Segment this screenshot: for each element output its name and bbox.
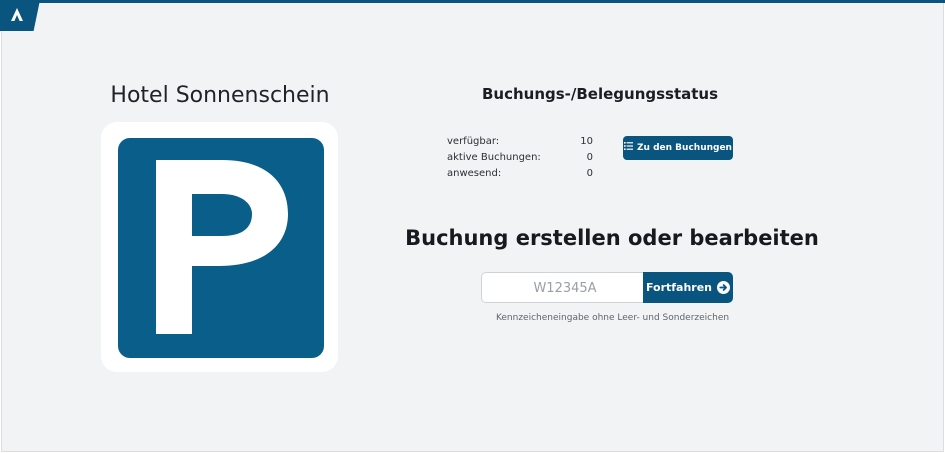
parking-sign-card [101, 122, 338, 372]
stat-label: verfügbar: [447, 136, 500, 147]
license-plate-input[interactable] [482, 273, 648, 304]
parking-sign-icon [118, 138, 324, 358]
app-logo[interactable] [0, 0, 40, 31]
stat-label: anwesend: [447, 168, 502, 179]
continue-label: Fortfahren [645, 281, 713, 294]
stat-row-available: verfügbar: 10 [447, 136, 597, 152]
plate-input-hint: Kennzeicheneingabe ohne Leer- und Sonder… [495, 313, 730, 323]
to-bookings-label: Zu den Buchungen [637, 143, 732, 153]
stat-value: 0 [586, 168, 593, 179]
a-logo-icon [11, 8, 23, 21]
top-accent-bar [0, 0, 945, 3]
arrow-circle-right-icon [717, 281, 731, 294]
stat-row-active-bookings: aktive Buchungen: 0 [447, 152, 597, 168]
create-booking-title: Buchung erstellen oder bearbeiten [405, 226, 819, 250]
status-title: Buchungs-/Belegungsstatus [481, 85, 719, 103]
list-icon [624, 142, 634, 150]
license-plate-field [481, 272, 648, 304]
stat-row-present: anwesend: 0 [447, 168, 597, 184]
stat-value: 0 [586, 152, 593, 163]
continue-button[interactable]: Fortfahren [643, 272, 733, 303]
stat-label: aktive Buchungen: [447, 152, 541, 163]
stat-value: 10 [580, 136, 593, 147]
to-bookings-button[interactable]: Zu den Buchungen [623, 136, 733, 160]
hotel-name: Hotel Sonnenschein [110, 83, 330, 108]
